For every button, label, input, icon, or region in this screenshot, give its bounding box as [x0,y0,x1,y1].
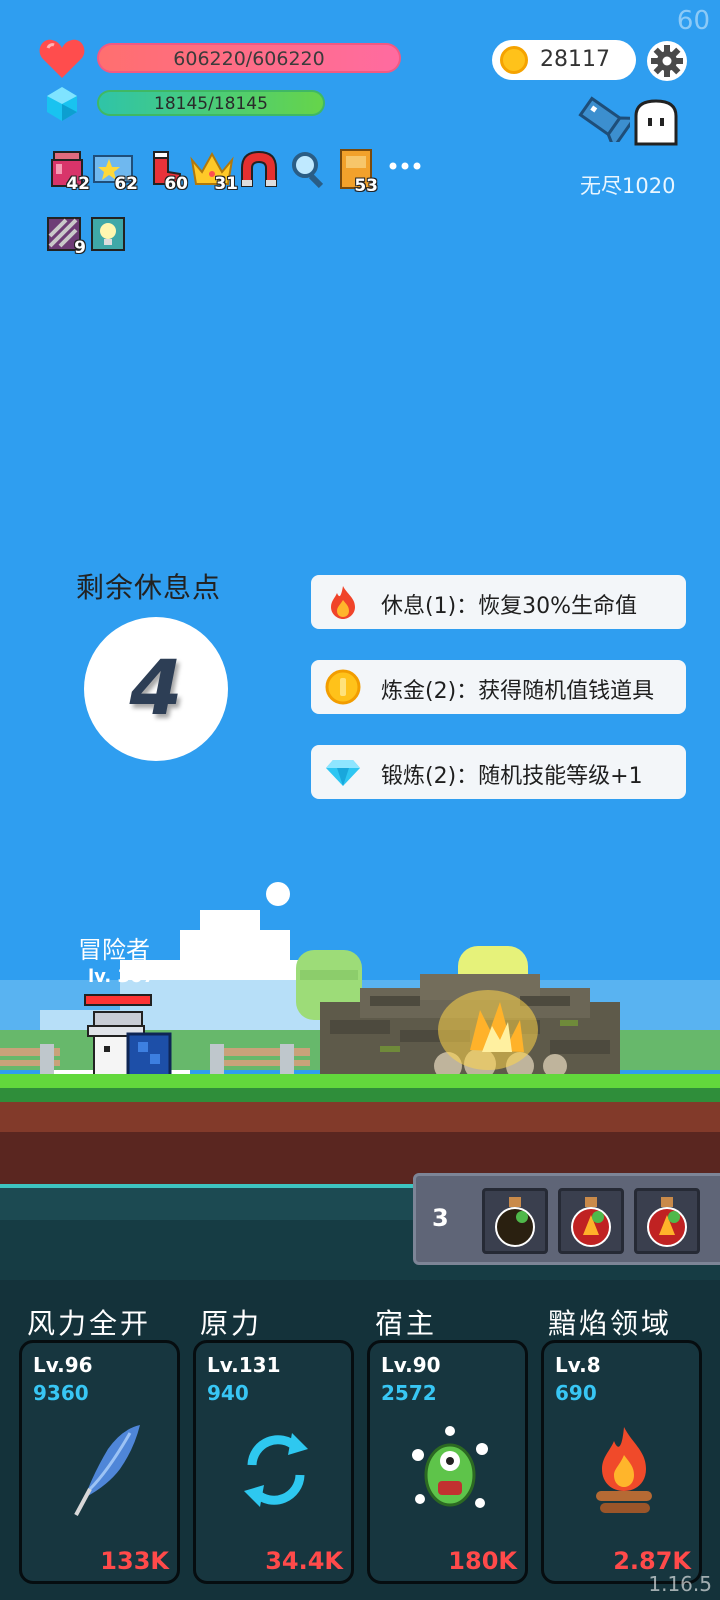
coin-counter[interactable]: 28117 [492,40,636,80]
coin-icon [325,669,361,705]
item-count: 60 [164,174,188,194]
rest-points-title: 剩余休息点 [76,571,222,604]
rest-option-button[interactable]: 休息(1)：恢复30%生命值 [311,575,686,629]
book-icon[interactable]: 53 [338,148,378,196]
item-count: 53 [354,176,378,196]
potion-tray: 3 [413,1173,720,1265]
fire-potion-icon [647,1197,687,1247]
skill-name: 风力全开 [27,1307,152,1340]
rest-points-circle: 4 [84,617,228,761]
item-count: 42 [66,174,90,194]
feather-icon [74,1425,140,1516]
star-card-icon[interactable]: 62 [92,150,138,194]
skill-power: 2.87K [613,1547,691,1575]
alchemy-option-button[interactable]: 炼金(2)：获得随机值钱道具 [311,660,686,714]
fps-counter: 60 [676,6,710,36]
more-icon[interactable] [388,158,422,172]
dark-potion-icon [495,1197,535,1247]
skill-level: Lv.90 [381,1353,441,1377]
striped-scroll-icon[interactable]: 9 [46,216,86,258]
skill-name: 黯焰领域 [548,1307,673,1340]
item-count: 62 [114,174,138,194]
skill-power: 34.4K [265,1547,343,1575]
heart-icon [39,39,85,78]
skill-cost: 9360 [33,1381,89,1405]
version-label: 1.16.5 [648,1572,712,1596]
magnifier-icon[interactable] [290,150,328,189]
skill-cost: 940 [207,1381,249,1405]
coin-icon [500,46,528,74]
red-boot-icon[interactable]: 60 [146,150,188,194]
hp-text: 606220/606220 [173,48,325,70]
hero-hp-fill [86,996,150,1004]
fire-icon [331,586,355,619]
diamond-icon [326,760,360,786]
mp-bar: 18145/18145 [97,90,325,116]
potion-slot-1[interactable] [482,1188,548,1254]
skill-card-wind[interactable]: Lv.96 9360 133K [19,1340,180,1584]
gold-crown-icon[interactable]: 31 [190,150,238,194]
hp-bar: 606220/606220 [97,43,401,73]
rest-option-label: 休息(1)：恢复30%生命值 [381,594,638,619]
gear-icon[interactable] [646,40,688,82]
green-monster-icon [412,1426,488,1508]
item-count: 31 [214,174,238,194]
coin-value: 28117 [540,47,610,72]
rest-points-value: 4 [129,643,183,732]
potion-slot-2[interactable] [558,1188,624,1254]
cycle-arrows-icon [244,1433,308,1507]
fire-potion-icon [571,1197,611,1247]
mp-text: 18145/18145 [154,94,268,114]
hero-name: 冒险者 [78,936,150,964]
skill-card-force[interactable]: Lv.131 940 34.4K [193,1340,354,1584]
train-option-label: 锻炼(2)：随机技能等级+1 [381,764,643,789]
ghost-icon[interactable] [632,98,680,148]
fish-icon[interactable] [574,96,630,142]
potion-slot-3[interactable] [634,1188,700,1254]
potion-count: 3 [432,1204,449,1232]
hero-level: lv. 307 [88,966,156,987]
train-option-button[interactable]: 锻炼(2)：随机技能等级+1 [311,745,686,799]
item-count: 9 [74,238,86,258]
skill-power: 133K [100,1547,169,1575]
jam-jar-icon[interactable]: 42 [48,150,90,194]
skill-card-dark-flame[interactable]: Lv.8 690 2.87K [541,1340,702,1584]
skill-name: 原力 [200,1307,263,1340]
skill-cost: 2572 [381,1381,437,1405]
endless-stage-label: 无尽1020 [580,174,676,198]
hero-hp-bar [84,994,152,1006]
skill-level: Lv.8 [555,1353,601,1377]
skill-level: Lv.96 [33,1353,93,1377]
skill-cost: 690 [555,1381,597,1405]
light-bulb-icon[interactable] [90,216,126,252]
magnet-icon[interactable] [238,148,280,190]
skill-panel: 风力全开 原力 宿主 黯焰领域 Lv.96 9360 133K Lv.131 9… [0,1280,720,1600]
alchemy-option-label: 炼金(2)：获得随机值钱道具 [381,679,655,704]
skill-card-host[interactable]: Lv.90 2572 180K [367,1340,528,1584]
skill-level: Lv.131 [207,1353,281,1377]
skill-name: 宿主 [375,1307,438,1340]
skill-power: 180K [448,1547,517,1575]
crystal-icon [47,87,77,121]
campfire-icon [596,1427,652,1513]
